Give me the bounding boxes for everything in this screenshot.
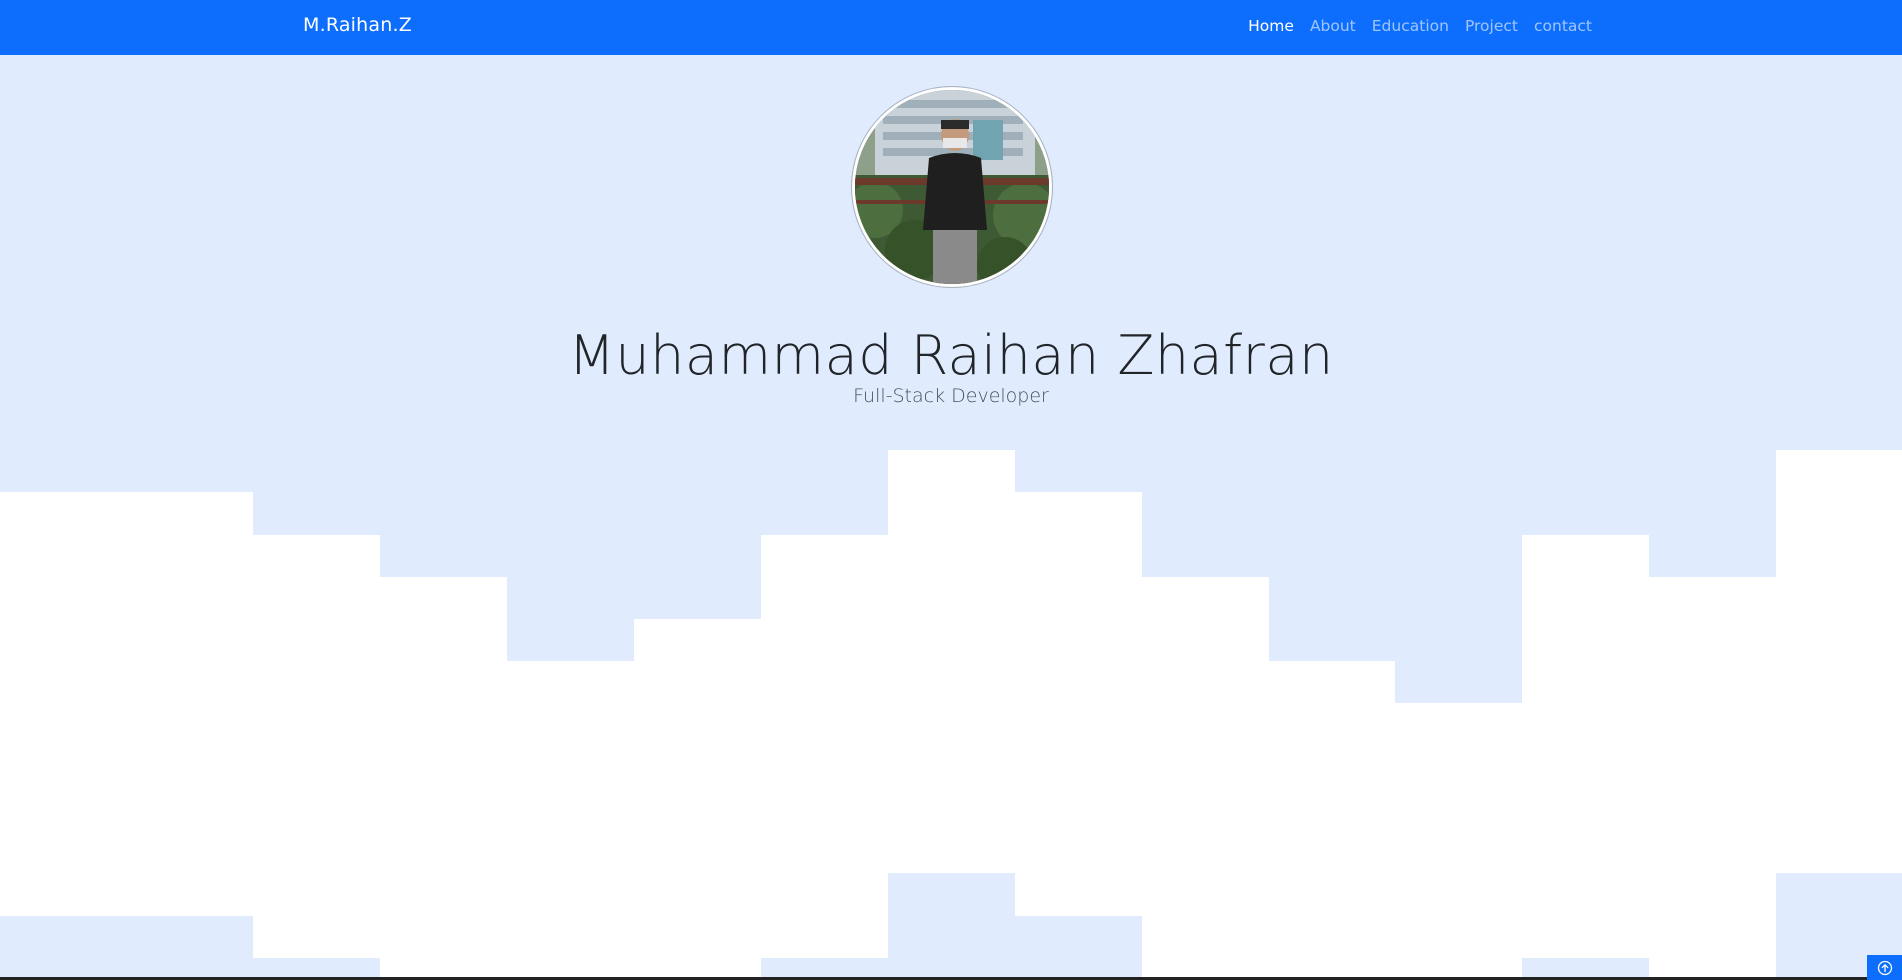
- hero-bottom-fill-2: [761, 873, 1142, 980]
- arrow-up-circle-icon: [1877, 960, 1892, 975]
- hero-title: Muhammad Raihan Zhafran: [568, 324, 1334, 388]
- nav-links: Home About Education Project contact: [1248, 17, 1592, 35]
- brand-logo[interactable]: M.Raihan.Z: [303, 14, 412, 36]
- nav-link-contact[interactable]: contact: [1534, 17, 1592, 35]
- navbar: M.Raihan.Z Home About Education Project …: [0, 0, 1902, 55]
- nav-link-project[interactable]: Project: [1465, 17, 1518, 35]
- hero-subtitle: Full-Stack Developer: [853, 385, 1049, 407]
- nav-link-home[interactable]: Home: [1248, 17, 1294, 35]
- hero-bottom-fill: [0, 916, 380, 980]
- page: M.Raihan.Z Home About Education Project …: [0, 0, 1902, 980]
- profile-photo-icon: [855, 90, 1049, 284]
- nav-link-about[interactable]: About: [1310, 17, 1356, 35]
- avatar: [852, 87, 1052, 287]
- hero-section: Muhammad Raihan Zhafran Full-Stack Devel…: [0, 55, 1902, 980]
- back-to-top-button[interactable]: [1867, 955, 1902, 980]
- nav-link-education[interactable]: Education: [1372, 17, 1449, 35]
